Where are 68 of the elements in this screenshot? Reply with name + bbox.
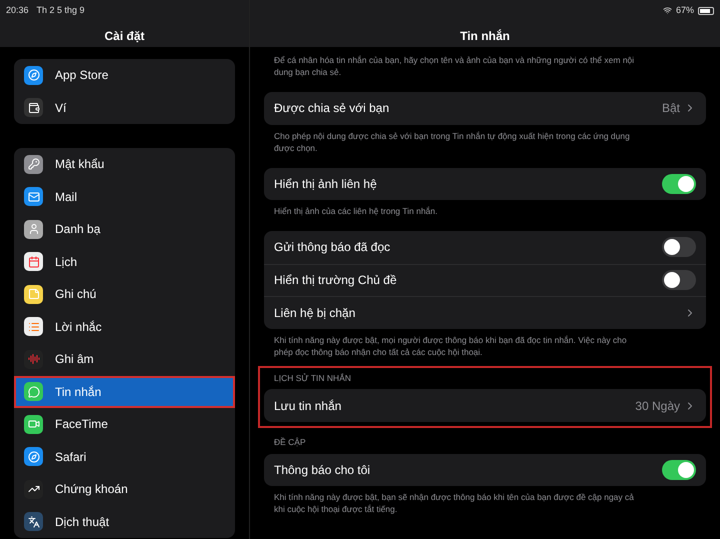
contact-icon <box>24 220 43 239</box>
page-title: Tin nhắn <box>460 28 510 44</box>
waveform-icon <box>24 350 43 369</box>
translate-icon <box>24 512 43 532</box>
row-label: Gửi thông báo đã đọc <box>274 239 390 256</box>
section-footer: Khi tính năng này được bật, bạn sẽ nhận được thông báo khi tên của bạn được đề cập ngay cả khi cuộc hội thoại được tắt tiếng. <box>264 491 706 515</box>
item-label: Mail <box>55 188 78 206</box>
row-label: Được chia sẻ với bạn <box>274 100 390 118</box>
sidebar-title: Cài đặt <box>104 28 144 44</box>
item-label: Ghi âm <box>55 351 94 368</box>
sidebar-item[interactable]: Lời nhắc <box>14 310 235 343</box>
sidebar-item[interactable]: Ghi âm <box>14 343 235 376</box>
row-label: Hiển thị trường Chủ đề <box>274 272 397 290</box>
row-label: Hiển thị ảnh liên hệ <box>274 176 377 193</box>
item-label: Lịch <box>55 254 78 271</box>
item-label: Ghi chú <box>55 286 96 304</box>
item-label: Mật khẩu <box>55 156 104 174</box>
toggle-switch[interactable] <box>662 270 696 290</box>
sidebar-item[interactable]: FaceTime <box>14 408 235 440</box>
toggle-switch[interactable] <box>662 174 696 194</box>
section-footer: Cho phép nội dung được chia sẻ với bạn trong Tin nhắn tự động xuất hiện trong các ứng dụng được chọn. <box>264 130 706 154</box>
mail-icon <box>24 187 43 206</box>
item-label: Tin nhắn <box>55 384 102 401</box>
sidebar-item[interactable]: Dịch thuật <box>14 506 235 538</box>
sidebar-item[interactable]: Ví <box>14 92 235 124</box>
sidebar-item[interactable]: Danh bạ <box>14 213 235 246</box>
status-time: 20:36 <box>6 4 29 17</box>
wifi-icon <box>662 6 672 16</box>
section-footer: Để cá nhân hóa tin nhắn của bạn, hãy chọn tên và ảnh của bạn và những người có thể xem nội dung bạn chia sẻ. <box>264 54 706 78</box>
message-bubble-icon <box>24 382 43 402</box>
calendar-icon <box>24 252 43 272</box>
section-header: LỊCH SỬ TIN NHẮN <box>273 372 352 384</box>
item-label: FaceTime <box>55 416 108 434</box>
item-label: Chứng khoán <box>55 481 128 498</box>
sidebar-item[interactable]: App Store <box>14 59 235 92</box>
sidebar-item[interactable]: Mail <box>14 180 235 213</box>
sidebar-item[interactable]: Mật khẩu <box>14 148 235 180</box>
item-label: Danh bạ <box>55 221 100 238</box>
section-header: ĐỀ CẬP <box>273 436 307 448</box>
row-value: Bật <box>662 100 680 118</box>
wallet-icon <box>24 98 43 118</box>
toggle-switch[interactable] <box>662 460 696 480</box>
row-label: Lưu tin nhắn <box>274 398 342 414</box>
row-value: 30 Ngày <box>635 398 680 414</box>
row-label: Liên hệ bị chặn <box>274 304 356 322</box>
key-icon <box>24 154 43 174</box>
item-label: Safari <box>55 448 86 466</box>
section-footer: Hiển thị ảnh của các liên hệ trong Tin nhắn. <box>264 205 706 217</box>
sidebar-item[interactable]: Safari <box>14 440 235 473</box>
battery-percent: 67% <box>676 4 694 17</box>
item-label: App Store <box>55 67 108 84</box>
row-label: Thông báo cho tôi <box>274 462 370 479</box>
status-date: Th 2 5 thg 9 <box>36 4 85 17</box>
toggle-switch[interactable] <box>662 237 696 258</box>
compass-icon <box>24 447 43 466</box>
stock-chart-icon <box>24 480 43 499</box>
sidebar-item[interactable]: Ghi chú <box>14 278 235 310</box>
sidebar-item[interactable]: Chứng khoán <box>14 473 235 506</box>
item-label: Ví <box>55 100 66 117</box>
item-label: Dịch thuật <box>55 514 110 531</box>
note-icon <box>24 284 43 304</box>
sidebar-item[interactable]: Lịch <box>14 246 235 278</box>
sidebar-item[interactable]: Tin nhắn <box>14 376 235 408</box>
item-label: Lời nhắc <box>55 318 102 336</box>
video-camera-icon <box>24 414 43 434</box>
list-icon <box>24 317 43 336</box>
battery-icon <box>698 6 714 15</box>
section-footer: Khi tính năng này được bật, mọi người được thông báo khi bạn đã đọc tin nhắn. Việc này cho phép đọc thông báo nhận cho tất cả các cuộc hội thoại. <box>264 334 706 358</box>
